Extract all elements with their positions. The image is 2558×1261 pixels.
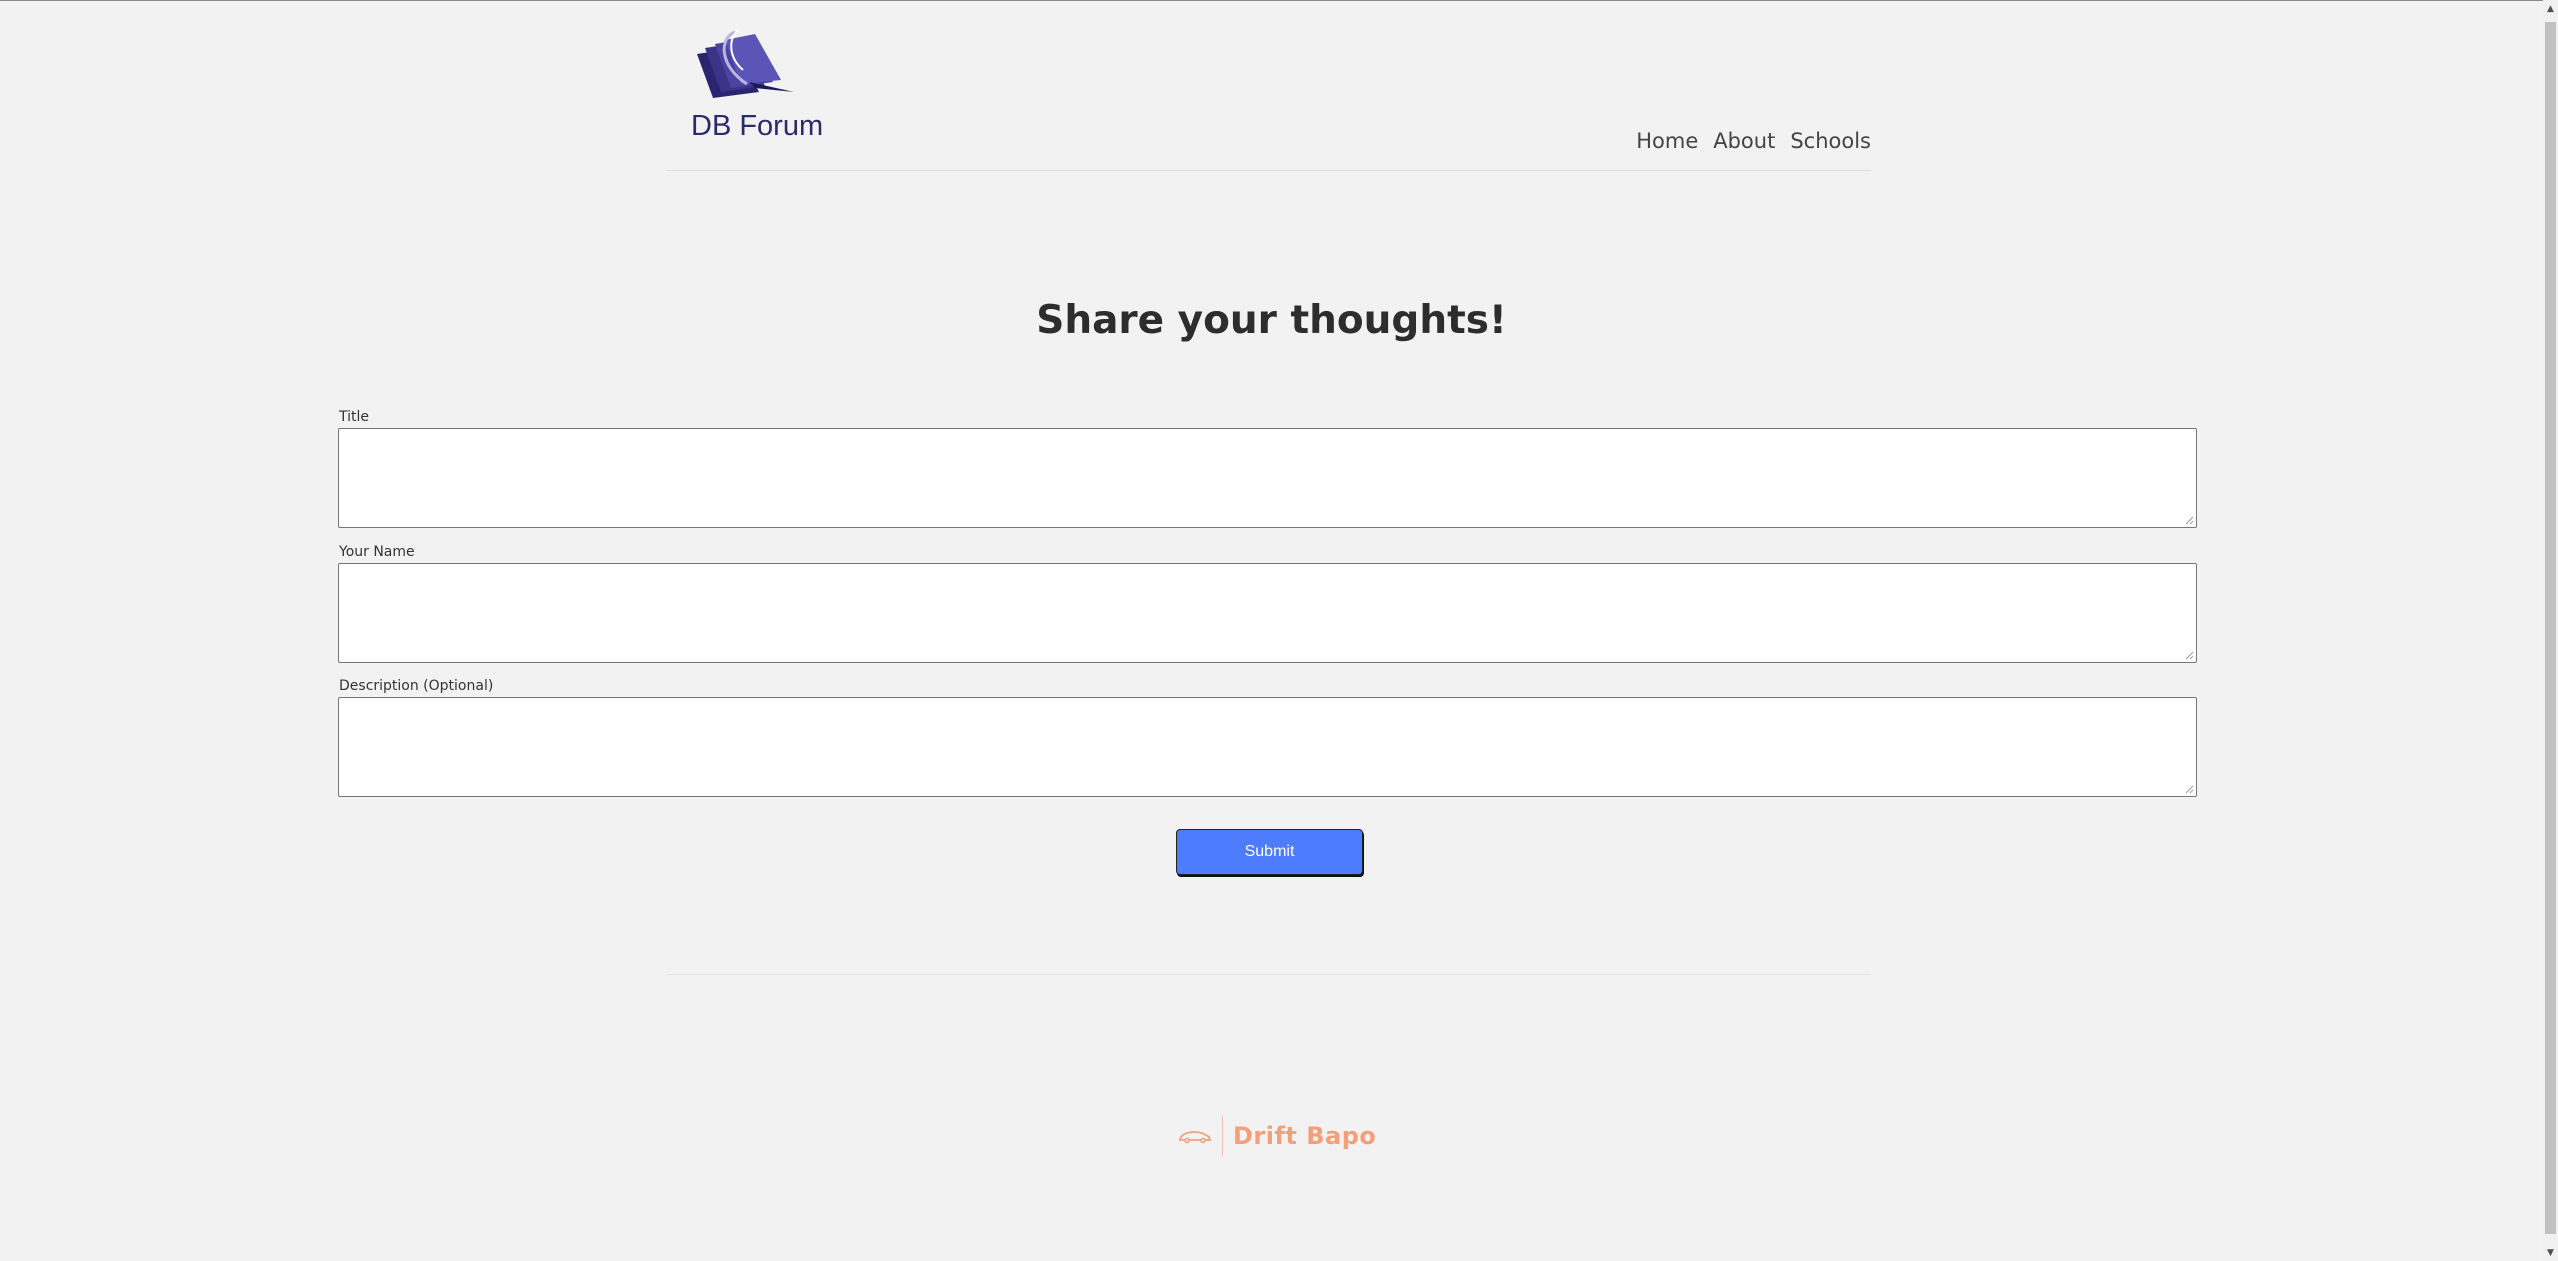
- nav-schools-link[interactable]: Schools: [1790, 129, 1871, 153]
- description-label: Description (Optional): [339, 678, 494, 694]
- resize-grip-icon[interactable]: [2185, 785, 2194, 794]
- logo-text: DB Forum: [691, 110, 824, 142]
- nav-home-link[interactable]: Home: [1636, 129, 1698, 153]
- your-name-label: Your Name: [339, 544, 415, 560]
- scroll-down-arrow-icon[interactable]: ▼: [2543, 1244, 2558, 1261]
- site-header: DB Forum Home About Schools: [667, 0, 1871, 171]
- resize-grip-icon[interactable]: [2185, 516, 2194, 525]
- nav-about-link[interactable]: About: [1713, 129, 1775, 153]
- resize-grip-icon[interactable]: [2185, 651, 2194, 660]
- description-field[interactable]: [338, 697, 2197, 797]
- vertical-scrollbar[interactable]: ▲ ▼: [2543, 0, 2558, 1261]
- scroll-up-arrow-icon[interactable]: ▲: [2543, 0, 2558, 17]
- car-icon: [1179, 1131, 1212, 1144]
- brand-text: Drift Bapo: [1233, 1122, 1377, 1150]
- submit-button[interactable]: Submit: [1176, 829, 1363, 875]
- page-title: Share your thoughts!: [1036, 298, 1507, 343]
- book-logo-icon: [697, 29, 794, 98]
- brand-separator: [1222, 1116, 1223, 1156]
- footer-divider: [667, 974, 1871, 975]
- scroll-thumb[interactable]: [2545, 22, 2556, 1234]
- your-name-field[interactable]: [338, 563, 2197, 663]
- title-label: Title: [339, 409, 370, 425]
- main-nav: Home About Schools: [1636, 129, 1871, 153]
- title-field[interactable]: [338, 428, 2197, 528]
- footer-brand[interactable]: Drift Bapo: [1178, 1116, 1376, 1156]
- site-logo[interactable]: DB Forum: [679, 26, 829, 146]
